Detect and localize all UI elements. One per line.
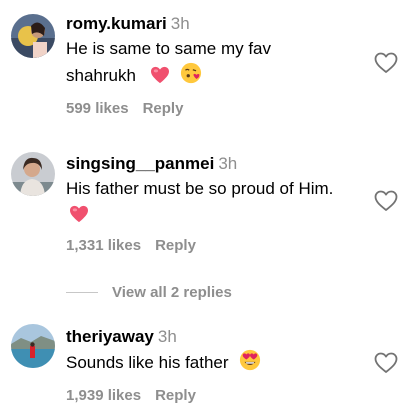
view-replies-label: View all 2 replies <box>112 283 232 301</box>
avatar[interactable] <box>11 14 55 58</box>
heart-eyes-emoji <box>239 349 261 379</box>
pink-heart-emoji <box>150 66 170 92</box>
comment-text: He is same to same my fav shahrukh <box>66 36 365 92</box>
heart-icon[interactable] <box>374 352 398 374</box>
reply-button[interactable]: Reply <box>155 387 196 404</box>
timestamp: 3h <box>157 327 177 346</box>
username[interactable]: romy.kumari <box>66 14 167 33</box>
comment-1: romy.kumari 3h He is same to same my fav … <box>0 0 405 140</box>
reply-button[interactable]: Reply <box>143 100 184 117</box>
view-replies-button[interactable]: View all 2 replies <box>66 282 232 302</box>
username[interactable]: singsing__panmei <box>66 154 214 173</box>
face-blowing-kiss-emoji <box>180 62 202 92</box>
comment-text-word: shahrukh <box>66 66 136 85</box>
divider <box>66 291 98 293</box>
pink-heart-emoji <box>69 205 89 231</box>
comment-text: His father must be so proud of Him. <box>66 176 365 231</box>
comment-text-line-2 <box>66 202 365 231</box>
reply-button[interactable]: Reply <box>155 237 196 254</box>
heart-icon[interactable] <box>374 190 398 212</box>
comment-3: theriyaway 3h Sounds like his father 1,93… <box>0 310 405 420</box>
likes-count[interactable]: 1,939 likes <box>66 387 141 404</box>
comment-text-line: He is same to same my fav <box>66 39 272 58</box>
likes-count[interactable]: 599 likes <box>66 100 129 117</box>
likes-count[interactable]: 1,331 likes <box>66 237 141 254</box>
avatar[interactable] <box>11 152 55 196</box>
comment-text-line: Sounds like his father <box>66 353 229 372</box>
comment-text-line-2: shahrukh <box>66 62 365 92</box>
heart-icon[interactable] <box>374 52 398 74</box>
comment-text-line: His father must be so proud of Him. <box>66 179 334 198</box>
timestamp: 3h <box>218 154 238 173</box>
comment-text: Sounds like his father <box>66 349 365 379</box>
timestamp: 3h <box>170 14 190 33</box>
avatar[interactable] <box>11 324 55 368</box>
username[interactable]: theriyaway <box>66 327 154 346</box>
